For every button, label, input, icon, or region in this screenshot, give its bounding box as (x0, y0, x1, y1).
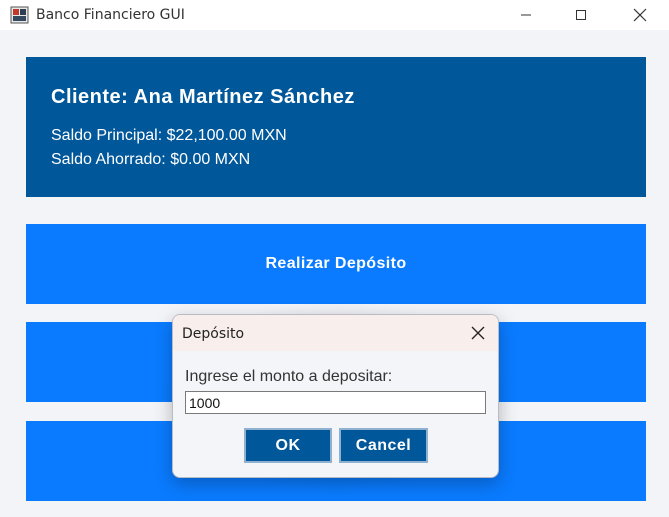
amount-input[interactable] (185, 391, 486, 414)
minimize-icon (521, 14, 531, 16)
main-balance: Saldo Principal: $22,100.00 MXN (51, 127, 287, 144)
cancel-button[interactable]: Cancel (339, 428, 428, 463)
client-info-panel: Cliente: Ana Martínez Sánchez Saldo Prin… (26, 57, 646, 197)
maximize-button[interactable] (558, 0, 604, 30)
dialog-titlebar: Depósito (173, 315, 498, 351)
dialog-close-button[interactable] (464, 319, 492, 347)
deposit-button[interactable]: Realizar Depósito (26, 224, 646, 304)
dialog-title: Depósito (182, 326, 245, 342)
window-title: Banco Financiero GUI (36, 7, 185, 23)
close-icon (633, 8, 647, 22)
savings-balance: Saldo Ahorrado: $0.00 MXN (51, 151, 251, 168)
deposit-prompt: Ingrese el monto a depositar: (185, 368, 393, 385)
deposit-dialog: Depósito Ingrese el monto a depositar: O… (172, 314, 499, 478)
window-titlebar: Banco Financiero GUI (0, 0, 669, 30)
minimize-button[interactable] (503, 0, 549, 30)
client-name: Cliente: Ana Martínez Sánchez (51, 86, 355, 108)
ok-button[interactable]: OK (244, 428, 332, 463)
close-button[interactable] (617, 0, 663, 30)
close-icon (471, 326, 485, 340)
maximize-icon (576, 10, 586, 20)
bank-app-icon (10, 6, 29, 24)
